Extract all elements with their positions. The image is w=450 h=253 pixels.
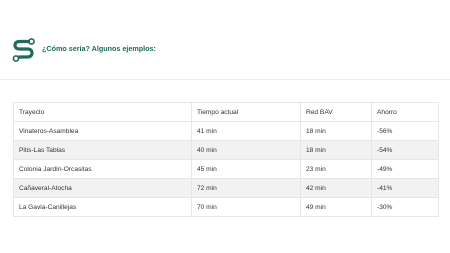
column-header-ahorro: Ahorro [371,102,439,122]
page-title: ¿Cómo sería? Algunos ejemplos: [42,44,156,53]
cell-red-bav: 23 min [300,159,372,179]
cell-ahorro: -30% [371,197,439,217]
cell-red-bav: 18 min [300,121,372,141]
cell-ahorro: -54% [371,140,439,160]
cell-trayecto: Colonia Jardín-Orcasitas [13,159,192,179]
column-header-red-bav: Red BAV [300,102,372,122]
cell-red-bav: 42 min [300,178,372,198]
cell-trayecto: Pitis-Las Tablas [13,140,192,160]
cell-ahorro: -49% [371,159,439,179]
cell-trayecto: Cañaveral-Atocha [13,178,192,198]
cell-ahorro: -41% [371,178,439,198]
column-header-tiempo-actual: Tiempo actual [191,102,301,122]
cell-tiempo-actual: 40 min [191,140,301,160]
cell-red-bav: 49 min [300,197,372,217]
column-header-trayecto: Trayecto [13,102,192,122]
cell-tiempo-actual: 41 min [191,121,301,141]
table-header-row: Trayecto Tiempo actual Red BAV Ahorro [13,102,439,122]
route-s-logo-icon [12,38,35,62]
cell-tiempo-actual: 45 min [191,159,301,179]
cell-tiempo-actual: 70 min [191,197,301,217]
table-row: La Gavia-Canillejas 70 min 49 min -30% [13,197,439,217]
table-row: Vinateros-Asamblea 41 min 18 min -56% [13,121,439,141]
examples-table-container: Trayecto Tiempo actual Red BAV Ahorro Vi… [13,102,439,217]
table-row: Cañaveral-Atocha 72 min 42 min -41% [13,178,439,198]
table-row: Pitis-Las Tablas 40 min 18 min -54% [13,140,439,160]
examples-table: Trayecto Tiempo actual Red BAV Ahorro Vi… [13,102,439,217]
header: ¿Cómo sería? Algunos ejemplos: [0,0,450,80]
cell-red-bav: 18 min [300,140,372,160]
cell-trayecto: La Gavia-Canillejas [13,197,192,217]
cell-tiempo-actual: 72 min [191,178,301,198]
cell-trayecto: Vinateros-Asamblea [13,121,192,141]
cell-ahorro: -56% [371,121,439,141]
table-row: Colonia Jardín-Orcasitas 45 min 23 min -… [13,159,439,179]
